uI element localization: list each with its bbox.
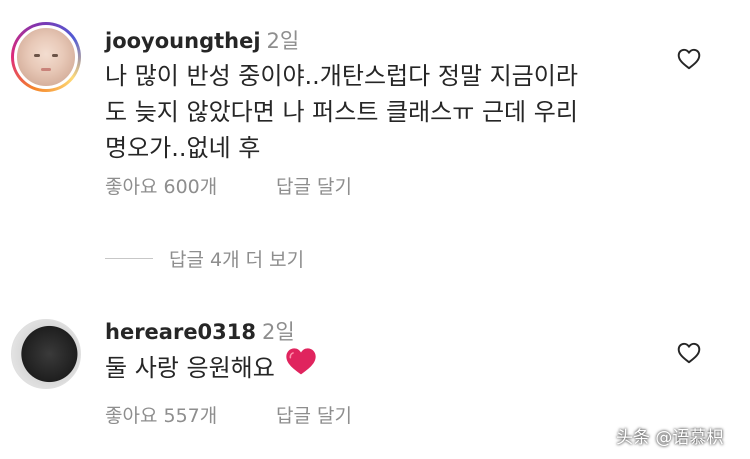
comment-text-line: 나 많이 반성 중이야..개탄스럽다 정말 지금이라 (105, 62, 578, 90)
avatar[interactable] (11, 22, 81, 92)
avatar-mouth (41, 68, 51, 71)
comment-text-line: 명오가..없네 후 (105, 134, 261, 162)
username-text[interactable]: jooyoungthej (105, 29, 261, 53)
avatar[interactable] (11, 319, 81, 389)
replies-divider-line (105, 257, 153, 259)
comment-text-line: 둘 사랑 응원해요 (105, 354, 275, 382)
comment-meta: 좋아요 600개 답글 달기 (105, 172, 352, 199)
avatar-photo (14, 25, 78, 89)
comment-meta: 좋아요 557개 답글 달기 (105, 401, 352, 428)
likes-count[interactable]: 좋아요 600개 (105, 176, 217, 198)
likes-count[interactable]: 좋아요 557개 (105, 405, 217, 427)
comment-text-line: 도 늦지 않았다면 나 퍼스트 클래스ㅠ 근데 우리 (105, 98, 578, 126)
view-more-replies-button[interactable]: 답글 4개 더 보기 (105, 244, 304, 272)
reply-button[interactable]: 답글 달기 (276, 401, 352, 428)
avatar-eye (52, 54, 58, 57)
view-more-replies-label[interactable]: 답글 4개 더 보기 (169, 245, 304, 272)
comment-text: 나 많이 반성 중이야..개탄스럽다 정말 지금이라 도 늦지 않았다면 나 퍼… (105, 58, 645, 166)
comment-time: 2일 (262, 320, 295, 344)
like-heart-icon[interactable] (676, 46, 702, 72)
reply-button[interactable]: 답글 달기 (276, 172, 352, 199)
comment-username[interactable]: hereare0318 2일 (105, 316, 295, 346)
comment-time: 2일 (266, 29, 300, 53)
username-text[interactable]: hereare0318 (105, 320, 256, 344)
watermark: 头条 @语慕枳 (616, 428, 724, 448)
comment-username[interactable]: jooyoungthej 2일 (105, 25, 299, 55)
red-heart-icon (285, 346, 317, 386)
comment-text: 둘 사랑 응원해요 (105, 346, 645, 389)
like-heart-icon[interactable] (676, 340, 702, 366)
avatar-eye (34, 54, 40, 57)
